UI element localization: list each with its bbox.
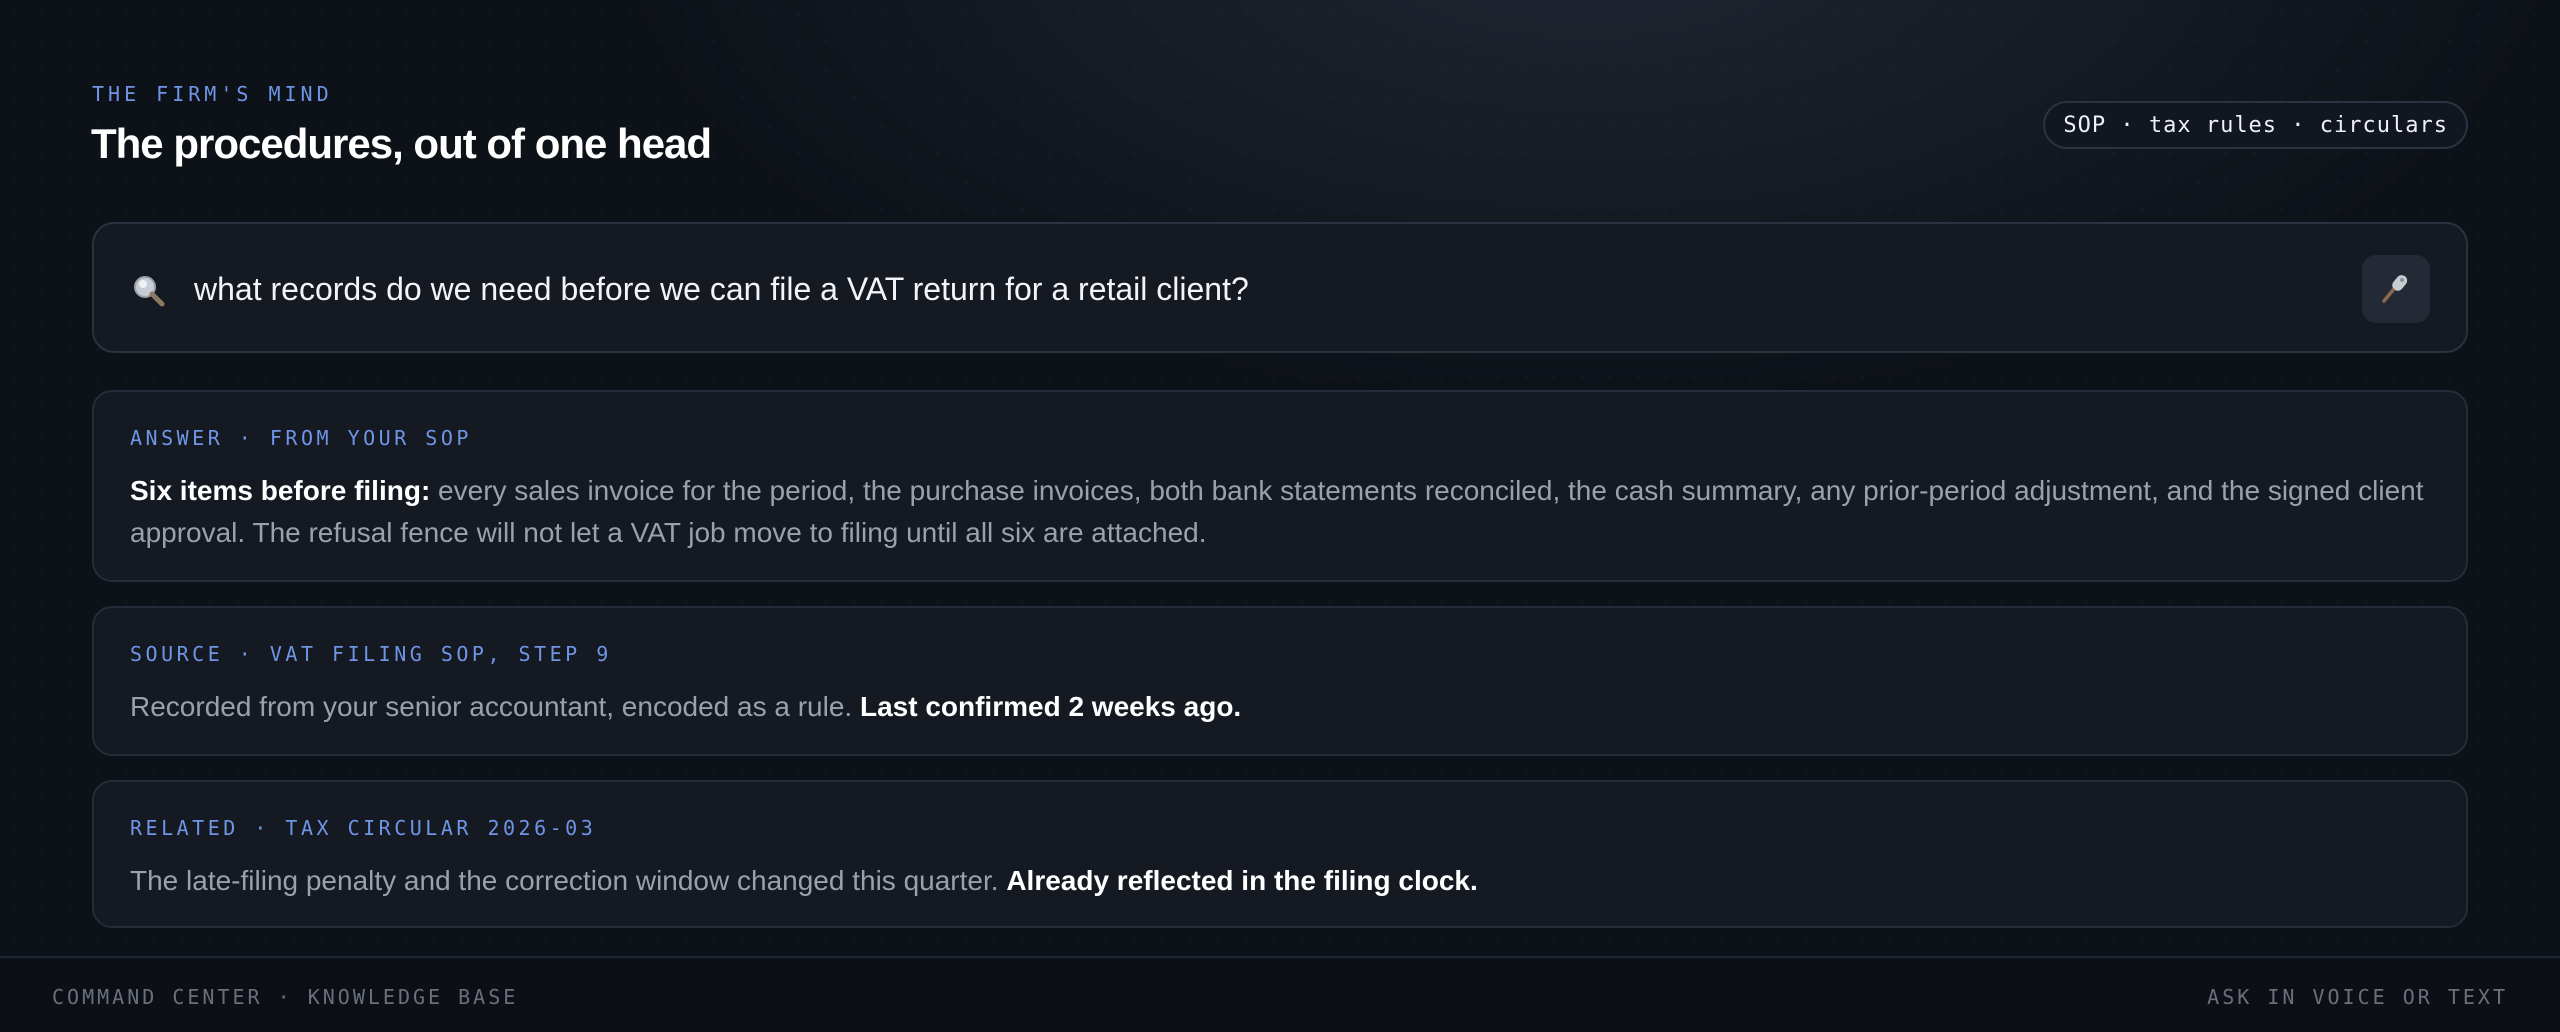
source-text: Recorded from your senior accountant, en…: [130, 686, 2430, 728]
related-card[interactable]: RELATED · TAX CIRCULAR 2026-03 The late-…: [92, 780, 2468, 928]
page-title: The procedures, out of one head: [91, 120, 712, 167]
footer-hint: ASK IN VOICE OR TEXT: [2207, 985, 2508, 1009]
microphone-icon: [2379, 271, 2413, 308]
related-label: RELATED · TAX CIRCULAR 2026-03: [130, 816, 597, 840]
related-text: The late-filing penalty and the correcti…: [130, 860, 2430, 902]
search-bar[interactable]: [92, 222, 2468, 353]
footer-breadcrumb: COMMAND CENTER · KNOWLEDGE BASE: [52, 985, 519, 1009]
source-body: Recorded from your senior accountant, en…: [130, 691, 860, 722]
answer-card: ANSWER · FROM YOUR SOP Six items before …: [92, 390, 2468, 582]
related-emphasis: Already reflected in the filing clock.: [1006, 865, 1478, 896]
source-confirmed: Last confirmed 2 weeks ago.: [859, 691, 1242, 722]
section-eyebrow: THE FIRM'S MIND: [92, 82, 333, 106]
answer-lead: Six items before filing:: [130, 475, 431, 506]
search-icon: [130, 272, 166, 308]
microphone-button[interactable]: [2362, 255, 2430, 323]
answer-label: ANSWER · FROM YOUR SOP: [130, 426, 472, 450]
source-label: SOURCE · VAT FILING SOP, STEP 9: [130, 642, 612, 666]
source-card[interactable]: SOURCE · VAT FILING SOP, STEP 9 Recorded…: [92, 606, 2468, 756]
search-input[interactable]: [194, 254, 2334, 324]
related-body: The late-filing penalty and the correcti…: [130, 865, 1007, 896]
answer-text: Six items before filing: every sales inv…: [130, 470, 2430, 554]
answer-body: every sales invoice for the period, the …: [130, 475, 2424, 548]
footer-bar: COMMAND CENTER · KNOWLEDGE BASE ASK IN V…: [0, 956, 2560, 1032]
scope-badge[interactable]: SOP · tax rules · circulars: [2043, 101, 2468, 149]
